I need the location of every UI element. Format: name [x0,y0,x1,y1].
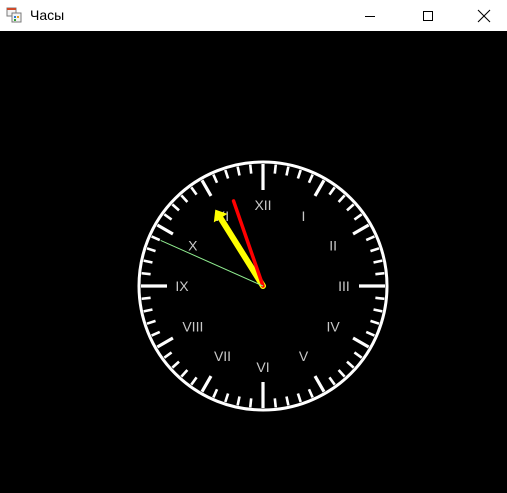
minute-tick [143,308,153,313]
minute-tick [248,164,253,174]
clock-numeral: I [302,208,306,224]
clock-numeral: X [188,238,198,254]
clock-numeral: XII [254,197,271,213]
minimize-icon [365,15,375,17]
minute-tick [236,166,241,176]
minute-tick [248,398,253,408]
clock-canvas: XIIIIIIIIIVVVIVIIVIIIIXXXI [0,31,507,493]
minute-tick [285,396,290,406]
clock-numeral: IX [175,278,189,294]
minute-tick [141,271,151,276]
maximize-icon [423,10,433,21]
analog-clock: XIIIIIIIIIVVVIVIIVIIIIXXXI [137,160,389,412]
clock-numeral: VIII [182,319,203,335]
minute-tick [373,259,383,264]
close-icon [477,9,491,22]
windows-forms-app-icon [6,7,22,23]
minute-tick [273,398,278,408]
clock-window: Часы XIIIIIIIIIVVVIVIIVIIIIXXXI [0,0,507,493]
minimize-button[interactable] [347,0,393,31]
minute-tick [373,308,383,313]
minute-tick [143,259,153,264]
clock-numeral: VI [256,359,269,375]
clock-numeral: IV [327,319,341,335]
maximize-button[interactable] [405,0,451,31]
title-bar[interactable]: Часы [0,0,507,31]
minute-tick [236,396,241,406]
minute-tick [375,271,385,276]
clock-numeral: II [329,238,337,254]
clock-numeral: III [338,278,350,294]
clock-numeral: VII [214,348,231,364]
close-button[interactable] [461,0,507,31]
window-title: Часы [30,7,65,23]
minute-tick [273,164,278,174]
minute-tick [141,296,151,301]
minute-tick [285,166,290,176]
clock-numeral: V [299,348,309,364]
minute-tick [375,296,385,301]
